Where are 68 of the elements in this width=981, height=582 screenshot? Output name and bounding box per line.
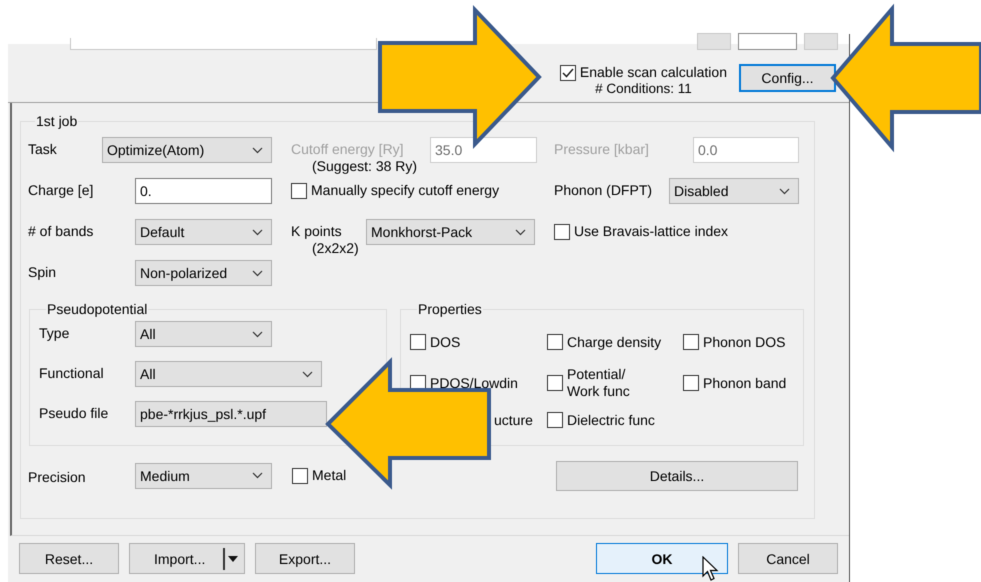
checkbox-label: Manually specify cutoff energy — [311, 182, 500, 199]
checkbox[interactable] — [547, 375, 563, 391]
button[interactable]: Reset... — [19, 543, 119, 574]
button[interactable]: Config... — [739, 64, 836, 92]
field-label: Spin — [28, 263, 58, 281]
checkbox-label: Metal — [312, 467, 346, 484]
field-label: Pressure [kbar] — [554, 140, 650, 158]
text-field[interactable]: 0. — [135, 178, 272, 204]
dropdown[interactable]: All — [135, 321, 272, 347]
checkbox[interactable] — [554, 224, 570, 240]
group-title: 1st job — [35, 113, 78, 129]
dropdown[interactable]: pbe-*rrkjus_psl.*.upf — [135, 401, 327, 427]
checkbox-label: ucture — [494, 412, 534, 428]
hint-text: (2x2x2) — [312, 240, 360, 256]
chevron-down-icon — [252, 228, 263, 236]
dropdown[interactable]: Monkhorst-Pack — [366, 219, 535, 245]
chevron-down-icon — [252, 146, 263, 154]
chevron-down-icon — [252, 270, 263, 276]
checkbox[interactable] — [683, 375, 699, 391]
dropdown[interactable]: Medium — [135, 462, 272, 488]
checkbox[interactable] — [410, 334, 426, 350]
checkbox-label: Use Bravais-lattice index — [574, 223, 728, 240]
checkbox-label: Phonon DOS — [703, 334, 786, 350]
dropdown[interactable]: All — [135, 361, 322, 387]
checkbox-label: Phonon band — [703, 374, 786, 392]
conditions-count: # Conditions: 11 — [595, 81, 692, 96]
dropdown[interactable]: Default — [135, 219, 272, 245]
dropdown[interactable]: Optimize(Atom) — [102, 137, 272, 163]
mouse-pointer-icon — [702, 556, 720, 582]
button[interactable]: Cancel — [738, 543, 838, 574]
field-label: Charge [e] — [28, 181, 94, 199]
checkbox[interactable] — [292, 468, 308, 484]
checkbox-label: PDOS/Lowdin — [430, 374, 518, 392]
details-button[interactable]: Details... — [556, 460, 798, 490]
field-label: Task — [28, 140, 58, 158]
group-title: Pseudopotential — [46, 301, 148, 317]
field-label: Precision — [28, 468, 87, 486]
split-button[interactable]: Import... — [129, 543, 245, 574]
chevron-down-icon — [302, 370, 313, 378]
field-label: Pseudo file — [39, 404, 110, 422]
checkbox[interactable] — [291, 182, 307, 198]
checkbox[interactable] — [683, 334, 699, 350]
checkbox[interactable] — [560, 64, 576, 80]
dropdown[interactable]: Non-polarized — [135, 260, 272, 286]
ok-button[interactable]: OK — [596, 543, 728, 574]
caret-down-icon — [228, 556, 238, 562]
chevron-down-icon — [252, 472, 263, 479]
button[interactable]: Export... — [255, 543, 355, 574]
checkbox-label: DOS — [430, 334, 460, 350]
dropdown[interactable]: Disabled — [669, 178, 799, 204]
checkbox-label: Enable scan calculation — [580, 64, 727, 81]
checkbox-label: Dielectric func — [567, 412, 655, 428]
checkbox[interactable] — [547, 334, 563, 350]
checkmark-icon — [562, 68, 574, 78]
chevron-down-icon — [252, 330, 263, 338]
hint-text: (Suggest: 38 Ry) — [312, 158, 418, 174]
field-label: Phonon (DFPT) — [554, 181, 654, 199]
checkbox[interactable] — [547, 412, 563, 428]
field-label: Cutoff energy [Ry] — [291, 140, 405, 158]
field-label: # of bands — [28, 222, 94, 240]
field-label: Functional — [39, 364, 105, 382]
field-label: Type — [39, 324, 70, 342]
chevron-down-icon — [779, 188, 790, 194]
group-title: Properties — [417, 301, 483, 317]
checkbox-label: Potential/ Work func — [567, 366, 630, 400]
chevron-down-icon — [515, 228, 526, 236]
checkbox-label: Charge density — [567, 334, 662, 350]
field-label: K points — [291, 222, 343, 240]
